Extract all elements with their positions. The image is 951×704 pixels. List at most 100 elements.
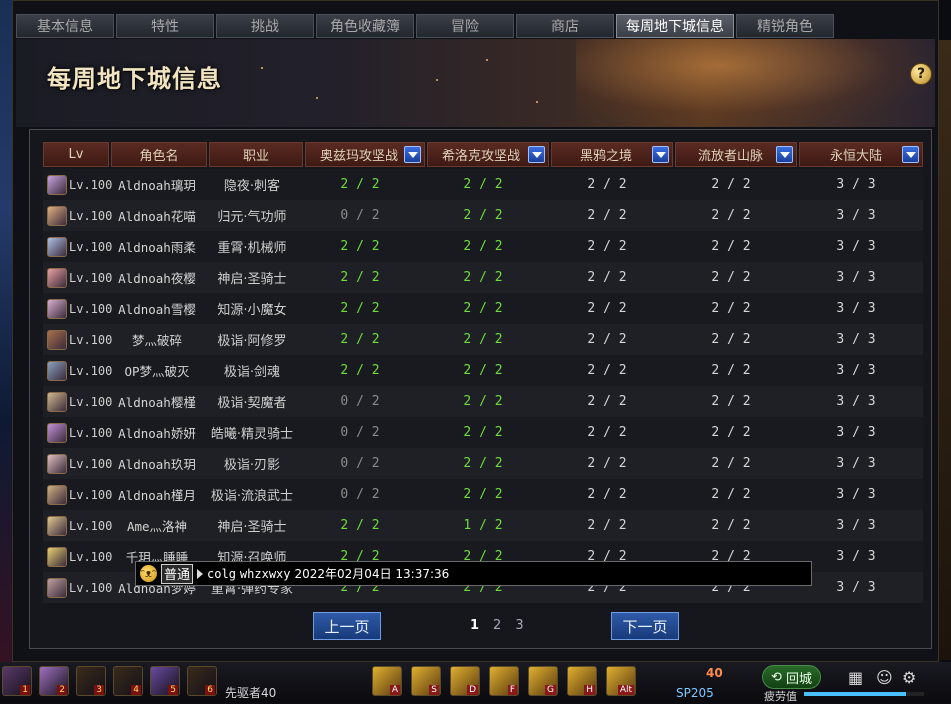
col-header-exile-mountains[interactable]: 流放者山脉 — [675, 142, 797, 167]
black-crow-count: 2 / 2 — [587, 518, 627, 533]
chat-sender: colg — [207, 566, 236, 581]
table-row[interactable]: Lv.100 Aldnoah娇妍 皓曦·精灵骑士 0 / 2 2 / 2 2 /… — [43, 417, 923, 448]
eternal-continent-count: 3 / 3 — [836, 487, 876, 502]
table-row[interactable]: Lv.100 Aldnoah璃玥 隐夜·刺客 2 / 2 2 / 2 2 / 2… — [43, 169, 923, 200]
banner-spark — [436, 79, 438, 81]
skill-slot[interactable]: F — [489, 666, 519, 696]
skill-slot[interactable]: H — [567, 666, 597, 696]
character-name: Aldnoah樱槿 — [118, 395, 196, 410]
help-icon[interactable]: ? — [910, 63, 932, 85]
chat-channel-badge[interactable]: 普通 — [161, 563, 194, 584]
table-row[interactable]: Lv.100 Aldnoah玖玥 极诣·刃影 0 / 2 2 / 2 2 / 2… — [43, 448, 923, 479]
level-cell: Lv.100 — [43, 174, 112, 195]
dropdown-arrow-icon[interactable] — [528, 146, 545, 163]
tab-5[interactable]: 冒险 — [416, 14, 514, 38]
page-link-3[interactable]: 3 — [515, 618, 523, 633]
slot-key-label: 5 — [168, 685, 178, 695]
level-text: Lv.100 — [69, 487, 113, 502]
character-avatar — [47, 298, 67, 319]
table-row[interactable]: Lv.100 Aldnoah雪樱 知源·小魔女 2 / 2 2 / 2 2 / … — [43, 293, 923, 324]
table-row[interactable]: Lv.100 Ame灬洛神 神启·圣骑士 2 / 2 1 / 2 2 / 2 2… — [43, 510, 923, 541]
quick-slot[interactable]: 4 — [113, 666, 143, 696]
menu-icon[interactable]: ▦ — [848, 668, 863, 687]
tab-2[interactable]: 特性 — [116, 14, 214, 38]
tab-7[interactable]: 每周地下城信息 — [616, 14, 734, 38]
sirocco-count: 2 / 2 — [463, 239, 503, 254]
page-link-1[interactable]: 1 — [470, 618, 479, 633]
exile-mountains-count: 2 / 2 — [711, 332, 751, 347]
col-header-sirocco[interactable]: 希洛克攻坚战 — [427, 142, 549, 167]
page-link-2[interactable]: 2 — [493, 618, 501, 633]
black-crow-count: 2 / 2 — [587, 301, 627, 316]
col-header-label: 奥兹玛攻坚战 — [320, 149, 399, 164]
tab-1[interactable]: 基本信息 — [16, 14, 114, 38]
character-avatar — [47, 577, 67, 598]
table-row[interactable]: Lv.100 Aldnoah樱槿 极诣·契魔者 0 / 2 2 / 2 2 / … — [43, 386, 923, 417]
quick-slot[interactable]: 2 — [39, 666, 69, 696]
col-header-black-crow[interactable]: 黑鸦之境 — [551, 142, 673, 167]
exile-mountains-count: 2 / 2 — [711, 518, 751, 533]
quick-slot[interactable]: 5 — [150, 666, 180, 696]
col-header-lv[interactable]: Lv — [43, 142, 109, 167]
return-town-button[interactable]: ⟲ 回城 — [762, 665, 822, 689]
skill-slot[interactable]: Alt — [606, 666, 636, 696]
tab-3[interactable]: 挑战 — [216, 14, 314, 38]
dropdown-arrow-icon[interactable] — [404, 146, 421, 163]
table-row[interactable]: Lv.100 Aldnoah花喵 归元·气功师 0 / 2 2 / 2 2 / … — [43, 200, 923, 231]
quick-slot[interactable]: 1 — [2, 666, 32, 696]
tab-8[interactable]: 精锐角色 — [736, 14, 834, 38]
character-avatar — [47, 515, 67, 536]
skill-slot[interactable]: S — [411, 666, 441, 696]
level-text: Lv.100 — [69, 270, 113, 285]
tab-6[interactable]: 商店 — [516, 14, 614, 38]
level-text: Lv.100 — [69, 518, 113, 533]
table-body: Lv.100 Aldnoah璃玥 隐夜·刺客 2 / 2 2 / 2 2 / 2… — [43, 169, 923, 603]
level-cell: Lv.100 — [43, 391, 112, 412]
character-name: Aldnoah雨柔 — [118, 240, 196, 255]
eternal-continent-count: 3 / 3 — [836, 332, 876, 347]
col-header-name[interactable]: 角色名 — [111, 142, 207, 167]
level-text: Lv.100 — [69, 301, 113, 316]
skill-slot[interactable]: D — [450, 666, 480, 696]
level-text: Lv.100 — [69, 580, 113, 595]
col-header-eternal-continent[interactable]: 永恒大陆 — [799, 142, 923, 167]
exile-mountains-count: 2 / 2 — [711, 456, 751, 471]
dropdown-arrow-icon[interactable] — [776, 146, 793, 163]
skill-slot[interactable]: G — [528, 666, 558, 696]
prev-page-button[interactable]: 上一页 — [313, 612, 381, 640]
character-avatar — [47, 391, 67, 412]
settings-icon[interactable]: ⚙ — [902, 668, 916, 687]
character-job: 皓曦·精灵骑士 — [210, 427, 294, 442]
emoticon-icon[interactable]: ᵔᴥᵔ — [140, 565, 157, 582]
col-header-ozma[interactable]: 奥兹玛攻坚战 — [305, 142, 425, 167]
skill-key-label: D — [467, 685, 478, 695]
table-row[interactable]: Lv.100 梦灬破碎 极诣·阿修罗 2 / 2 2 / 2 2 / 2 2 /… — [43, 324, 923, 355]
table-row[interactable]: Lv.100 Aldnoah雨柔 重霄·机械师 2 / 2 2 / 2 2 / … — [43, 231, 923, 262]
next-page-button[interactable]: 下一页 — [611, 612, 679, 640]
eternal-continent-count: 3 / 3 — [836, 301, 876, 316]
page-numbers: 123 — [470, 618, 524, 633]
table-row[interactable]: Lv.100 OP梦灬破灭 极诣·剑魂 2 / 2 2 / 2 2 / 2 2 … — [43, 355, 923, 386]
col-header-job[interactable]: 职业 — [209, 142, 303, 167]
level-cell: Lv.100 — [43, 360, 112, 381]
level-text: Lv.100 — [69, 425, 113, 440]
skill-key-label: H — [584, 685, 595, 695]
level-cell: Lv.100 — [43, 484, 113, 505]
eternal-continent-count: 3 / 3 — [836, 518, 876, 533]
sirocco-count: 2 / 2 — [463, 208, 503, 223]
quick-slot[interactable]: 3 — [76, 666, 106, 696]
tab-4[interactable]: 角色收藏簿 — [316, 14, 414, 38]
game-background-right — [937, 40, 951, 660]
character-name: Aldnoah娇妍 — [118, 426, 196, 441]
quick-slot[interactable]: 6 — [187, 666, 217, 696]
character-icon[interactable]: ☺ — [876, 668, 893, 687]
skill-slot[interactable]: A — [372, 666, 402, 696]
exile-mountains-count: 2 / 2 — [711, 487, 751, 502]
dropdown-arrow-icon[interactable] — [902, 146, 919, 163]
dropdown-arrow-icon[interactable] — [652, 146, 669, 163]
table-row[interactable]: Lv.100 Aldnoah夜樱 神启·圣骑士 2 / 2 2 / 2 2 / … — [43, 262, 923, 293]
col-header-label: 希洛克攻坚战 — [442, 149, 521, 164]
chat-message-overlay[interactable]: ᵔᴥᵔ 普通 colg whzxwxy 2022年02月04日 13:37:36 — [135, 561, 812, 586]
table-row[interactable]: Lv.100 Aldnoah槿月 极诣·流浪武士 0 / 2 2 / 2 2 /… — [43, 479, 923, 510]
character-avatar — [47, 205, 67, 226]
